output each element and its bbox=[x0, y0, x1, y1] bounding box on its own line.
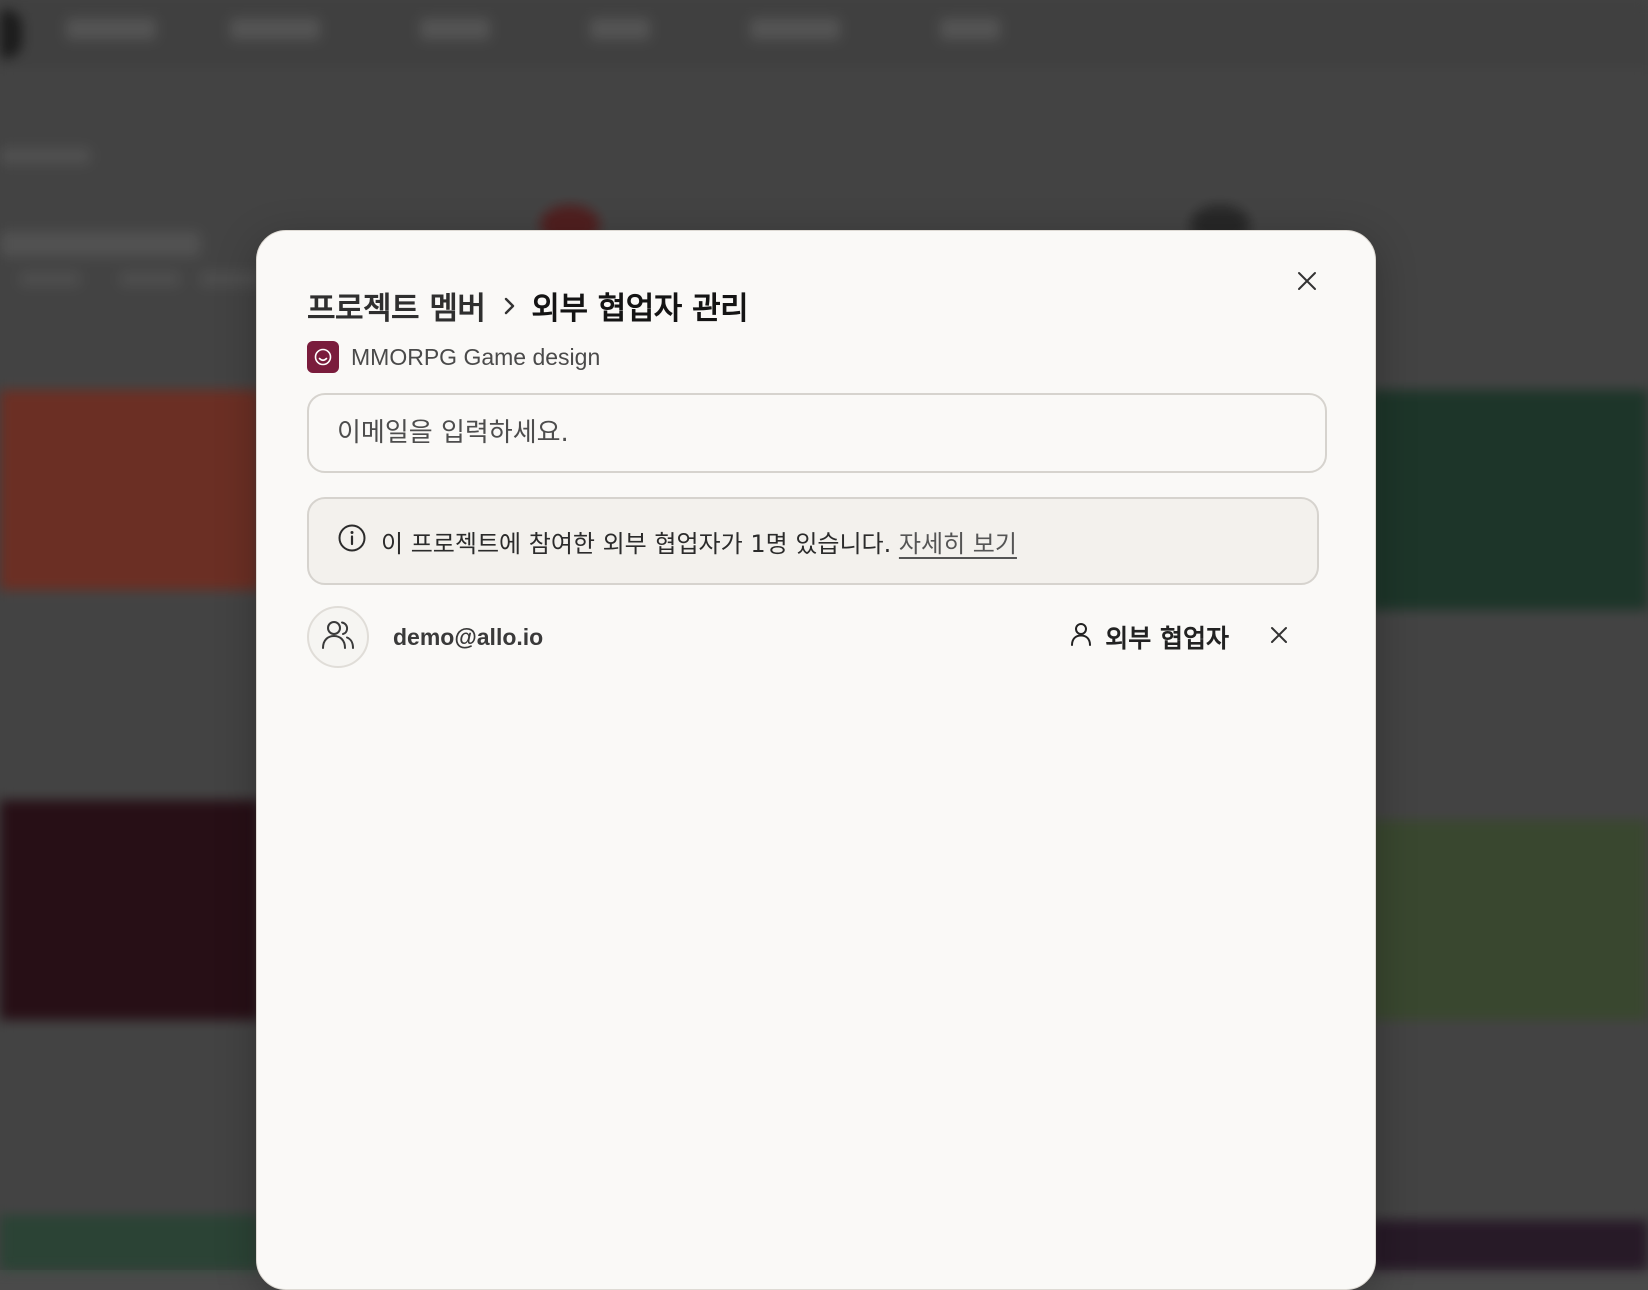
member-email: demo@allo.io bbox=[393, 624, 543, 651]
user-icon bbox=[1069, 621, 1093, 653]
breadcrumb: 프로젝트 멤버 외부 협업자 관리 bbox=[307, 283, 748, 328]
email-input[interactable] bbox=[307, 393, 1327, 473]
project-label: MMORPG Game design bbox=[307, 341, 600, 373]
close-button[interactable] bbox=[1291, 267, 1323, 299]
chevron-right-icon bbox=[503, 295, 517, 317]
role-dropdown[interactable]: 외부 협업자 bbox=[1069, 619, 1229, 655]
external-collaborators-modal: 프로젝트 멤버 외부 협업자 관리 MMORPG Game design 이 프… bbox=[256, 230, 1376, 1290]
remove-member-button[interactable] bbox=[1265, 623, 1293, 651]
close-icon bbox=[1296, 270, 1318, 296]
smiley-icon bbox=[307, 341, 339, 373]
member-row: demo@allo.io 외부 협업자 bbox=[307, 605, 1317, 669]
member-role: 외부 협업자 bbox=[1105, 619, 1229, 655]
page-title: 외부 협업자 관리 bbox=[531, 283, 748, 328]
breadcrumb-project-members[interactable]: 프로젝트 멤버 bbox=[307, 283, 485, 328]
remove-icon bbox=[1269, 625, 1289, 649]
avatar bbox=[307, 606, 369, 668]
info-text: 이 프로젝트에 참여한 외부 협업자가 1명 있습니다. bbox=[381, 530, 891, 558]
project-name: MMORPG Game design bbox=[351, 344, 600, 371]
users-icon bbox=[321, 619, 355, 655]
details-link[interactable]: 자세히 보기 bbox=[899, 530, 1017, 558]
info-icon bbox=[337, 523, 367, 559]
info-banner: 이 프로젝트에 참여한 외부 협업자가 1명 있습니다. 자세히 보기 bbox=[307, 497, 1319, 585]
